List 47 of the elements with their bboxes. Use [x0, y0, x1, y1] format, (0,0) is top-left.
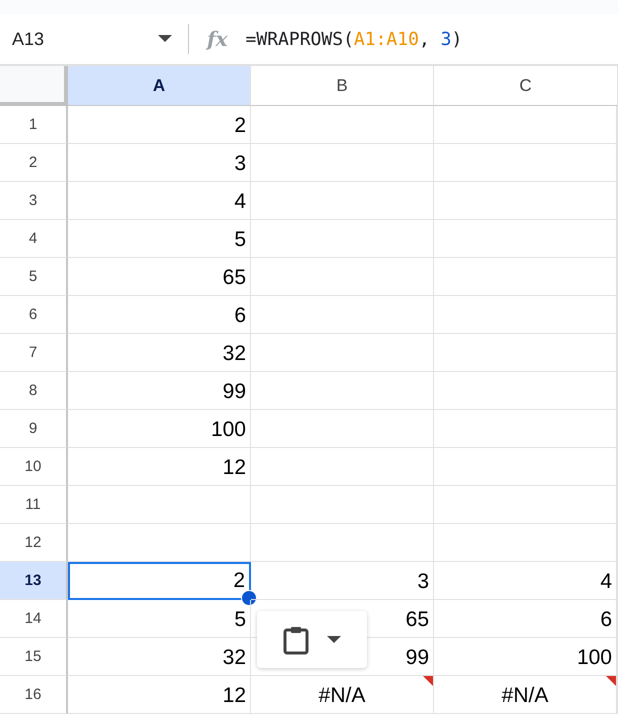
row-header[interactable]: 4	[0, 220, 68, 258]
row-header[interactable]: 13	[0, 562, 68, 600]
row-header[interactable]: 16	[0, 676, 68, 714]
row-header[interactable]: 8	[0, 372, 68, 410]
table-cell: 6	[434, 600, 618, 638]
table-cell: #N/A	[434, 676, 618, 714]
table-cell: 99	[68, 372, 251, 410]
table-cell: 100	[68, 410, 251, 448]
table-cell: 32	[68, 638, 251, 676]
column-header[interactable]: A	[68, 66, 251, 106]
clipboard-icon	[283, 624, 309, 654]
table-cell: 2	[68, 106, 251, 144]
row-header[interactable]: 6	[0, 296, 68, 334]
function-label: fx	[207, 27, 228, 51]
paste-options-button[interactable]	[257, 611, 367, 668]
table-cell: 4	[434, 562, 618, 600]
table-cell: 3	[68, 144, 251, 182]
table-cell: #N/A	[251, 676, 434, 714]
row-header[interactable]: 7	[0, 334, 68, 372]
table-cell: 5	[68, 220, 251, 258]
caret-icon	[327, 636, 341, 644]
column-header[interactable]: B	[251, 66, 434, 106]
caret-icon	[158, 35, 172, 43]
row-header[interactable]: 15	[0, 638, 68, 676]
row-header[interactable]: 10	[0, 448, 68, 486]
row-header[interactable]: 14	[0, 600, 68, 638]
table-cell: 3	[251, 562, 434, 600]
table-cell: 32	[68, 334, 251, 372]
row-header[interactable]: 3	[0, 182, 68, 220]
table-cell: 5	[68, 600, 251, 638]
row-header[interactable]: 2	[0, 144, 68, 182]
table-cell: 6	[68, 296, 251, 334]
formula-field[interactable]: =WRAPROWS(A1:A10, 3)	[246, 28, 462, 50]
table-cell: 12	[68, 676, 251, 714]
error-flag-icon	[423, 676, 433, 686]
column-header[interactable]: C	[434, 66, 618, 106]
error-flag-icon	[606, 676, 616, 686]
table-cell: 65	[68, 258, 251, 296]
row-header[interactable]: 9	[0, 410, 68, 448]
fill-handle[interactable]	[241, 590, 257, 606]
row-header[interactable]: 5	[0, 258, 68, 296]
table-cell: 100	[434, 638, 618, 676]
row-header[interactable]: 1	[0, 106, 68, 144]
table-cell: 12	[68, 448, 251, 486]
table-cell: 4	[68, 182, 251, 220]
row-header[interactable]: 11	[0, 486, 68, 524]
name-box[interactable]: A13	[0, 28, 180, 50]
